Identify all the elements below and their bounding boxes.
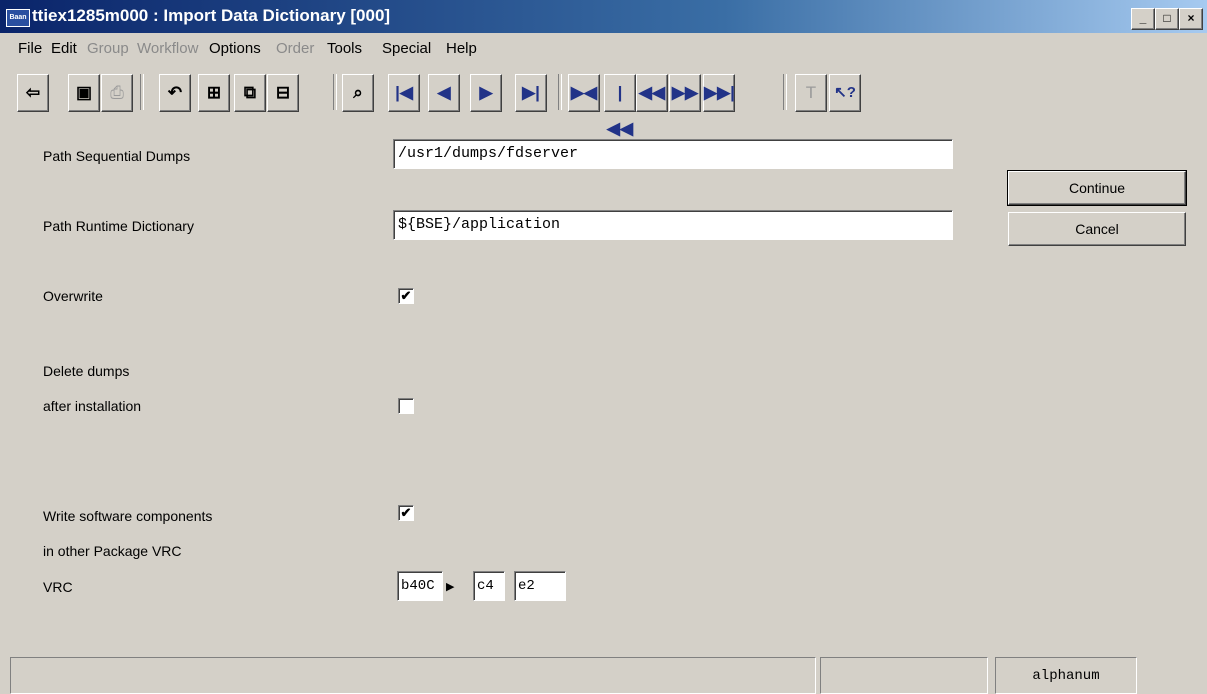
undo-icon[interactable]: ↶ xyxy=(159,74,191,112)
field-type-indicator: alphanum xyxy=(995,657,1137,694)
menu-file[interactable]: File xyxy=(18,40,42,57)
vrc-release-field[interactable]: c4 xyxy=(473,571,505,601)
text-icon[interactable]: T xyxy=(795,74,827,112)
delete-dumps-label: Delete dumps xyxy=(43,363,130,379)
overwrite-label: Overwrite xyxy=(43,288,103,304)
next-record-icon[interactable]: ▶ xyxy=(470,74,502,112)
write-software-components-label: Write software components xyxy=(43,508,213,524)
menu-order[interactable]: Order xyxy=(276,40,314,57)
save-icon[interactable]: ▣ xyxy=(68,74,100,112)
delete-icon[interactable]: ⊟ xyxy=(267,74,299,112)
status-bar: alphanum xyxy=(8,657,1207,694)
toolbar-separator xyxy=(783,74,787,110)
status-message-cell xyxy=(10,657,816,694)
write-software-checkbox[interactable]: ✔ xyxy=(398,505,414,521)
delete-dumps-checkbox[interactable] xyxy=(398,398,414,414)
cancel-button[interactable]: Cancel xyxy=(1008,212,1186,246)
path-sequential-dumps-label: Path Sequential Dumps xyxy=(43,148,191,164)
menu-options[interactable]: Options xyxy=(209,40,261,57)
status-cell xyxy=(820,657,988,694)
menu-special[interactable]: Special xyxy=(382,40,431,57)
title-bar[interactable]: Baan ttiex1285m000 : Import Data Diction… xyxy=(0,0,1207,33)
copy-icon[interactable]: ⧉ xyxy=(234,74,266,112)
first-record-icon[interactable]: |◀ xyxy=(388,74,420,112)
find-icon[interactable]: ⌕ xyxy=(342,74,374,112)
app-icon: Baan xyxy=(6,9,30,27)
toolbar-separator xyxy=(140,74,144,110)
vrc-version-field[interactable]: b40C xyxy=(397,571,443,601)
overwrite-checkbox[interactable]: ✔ xyxy=(398,288,414,304)
last-set-icon[interactable]: ▶▶| xyxy=(703,74,735,112)
next-group-icon[interactable]: ▶▶ xyxy=(669,74,701,112)
vrc-customer-field[interactable]: e2 xyxy=(514,571,566,601)
in-other-package-vrc-label: in other Package VRC xyxy=(43,543,182,559)
menu-tools[interactable]: Tools xyxy=(327,40,362,57)
last-record-icon[interactable]: ▶| xyxy=(515,74,547,112)
previous-record-icon[interactable]: ◀ xyxy=(428,74,460,112)
continue-button[interactable]: Continue xyxy=(1007,170,1187,206)
first-set-icon[interactable]: ▶◀ xyxy=(568,74,600,112)
toolbar-separator xyxy=(333,74,337,110)
previous-set-icon[interactable]: |◀◀ xyxy=(604,74,636,138)
help-icon[interactable]: ↖? xyxy=(829,74,861,112)
vrc-label: VRC xyxy=(43,579,73,595)
maximize-button[interactable]: □ xyxy=(1155,8,1179,30)
vrc-dropdown-arrow-icon[interactable]: ▶ xyxy=(446,580,454,593)
path-runtime-dictionary-field[interactable]: ${BSE}/application xyxy=(393,210,953,240)
exit-icon[interactable]: ⇦ xyxy=(17,74,49,112)
after-installation-label: after installation xyxy=(43,398,142,414)
path-runtime-dictionary-label: Path Runtime Dictionary xyxy=(43,218,194,234)
insert-icon[interactable]: ⊞ xyxy=(198,74,230,112)
menu-group[interactable]: Group xyxy=(87,40,129,57)
toolbar-separator xyxy=(558,74,562,110)
menu-help[interactable]: Help xyxy=(446,40,477,57)
window-title: ttiex1285m000 : Import Data Dictionary [… xyxy=(32,6,391,25)
close-button[interactable]: × xyxy=(1179,8,1203,30)
menu-workflow[interactable]: Workflow xyxy=(137,40,198,57)
minimize-button[interactable]: _ xyxy=(1131,8,1155,30)
previous-group-icon[interactable]: ◀◀ xyxy=(636,74,668,112)
path-sequential-dumps-field[interactable]: /usr1/dumps/fdserver xyxy=(393,139,953,169)
print-icon[interactable]: ⎙ xyxy=(101,74,133,112)
menu-edit[interactable]: Edit xyxy=(51,40,77,57)
